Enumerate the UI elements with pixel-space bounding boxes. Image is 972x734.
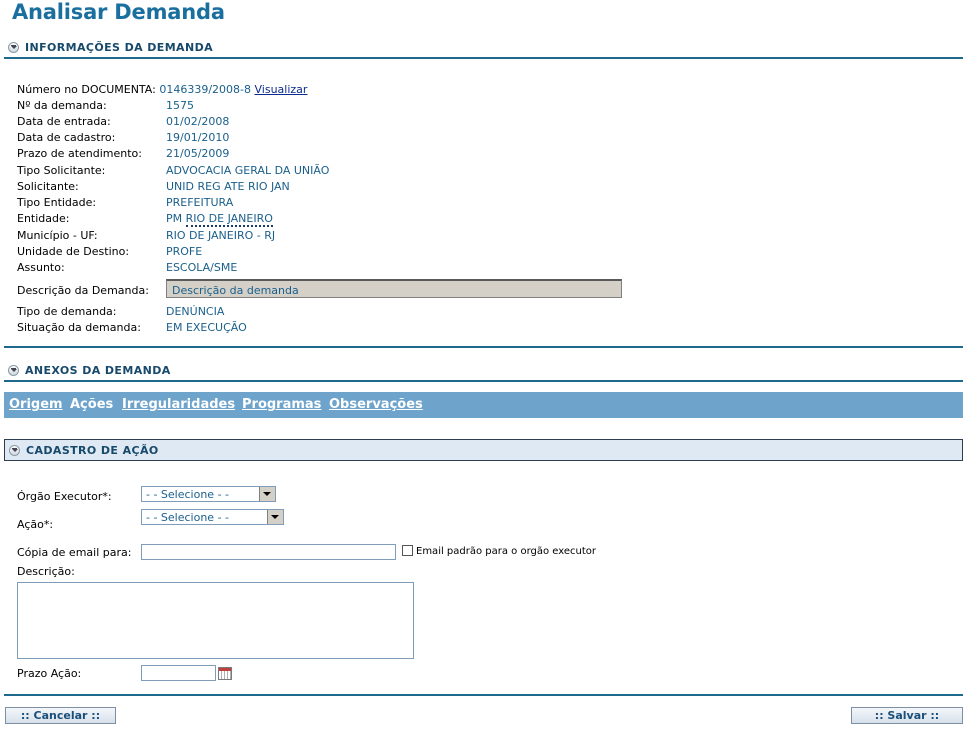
info-row-label: Município - UF: <box>17 229 98 242</box>
section-divider <box>4 694 963 696</box>
acao-selected: - - Selecione - - <box>146 510 230 524</box>
info-row-label: Tipo de demanda: <box>17 305 117 318</box>
copia-email-label: Cópia de email para: <box>17 546 132 559</box>
orgao-executor-select[interactable]: - - Selecione - - <box>141 486 276 502</box>
info-row-label: Prazo de atendimento: <box>17 147 142 160</box>
descricao-demanda-label: Descrição da Demanda: <box>17 284 149 297</box>
info-row-value: 19/01/2010 <box>166 131 230 144</box>
page-title: Analisar Demanda <box>12 0 225 24</box>
collapse-icon[interactable] <box>8 41 19 53</box>
tab-programas[interactable]: Programas <box>242 397 321 412</box>
calendar-icon[interactable] <box>218 667 232 680</box>
collapse-icon[interactable] <box>8 364 19 376</box>
section-header-informacoes[interactable]: INFORMAÇÕES DA DEMANDA <box>8 38 213 56</box>
info-row-label: Data de entrada: <box>17 115 111 128</box>
info-row-value: ADVOCACIA GERAL DA UNIÃO <box>166 164 330 177</box>
info-row-value: PREFEITURA <box>166 196 234 209</box>
document-number-label: Número no DOCUMENTA: <box>17 83 156 96</box>
section-divider <box>4 346 963 348</box>
orgao-executor-selected: - - Selecione - - <box>146 487 230 501</box>
section-title: CADASTRO DE AÇÃO <box>26 443 159 457</box>
section-title: ANEXOS DA DEMANDA <box>25 363 171 377</box>
orgao-executor-label: Órgão Executor*: <box>17 490 112 503</box>
section-header-anexos[interactable]: ANEXOS DA DEMANDA <box>8 361 171 379</box>
info-row-value: 01/02/2008 <box>166 115 230 128</box>
section-divider <box>4 380 963 382</box>
entidade-link[interactable]: RIO DE JANEIRO <box>185 212 273 227</box>
info-row-label: Nº da demanda: <box>17 99 107 112</box>
descricao-demanda-field: Descrição da demanda <box>166 279 622 298</box>
prazo-acao-input[interactable] <box>141 665 216 681</box>
info-row-label: Unidade de Destino: <box>17 245 130 258</box>
section-header-cadastro[interactable]: CADASTRO DE AÇÃO <box>4 439 963 461</box>
info-row-value: EM EXECUÇÃO <box>166 321 247 334</box>
section-title: INFORMAÇÕES DA DEMANDA <box>25 40 214 54</box>
info-row-value: ESCOLA/SME <box>166 261 238 274</box>
descricao-textarea[interactable] <box>17 582 414 659</box>
acao-label: Ação*: <box>17 518 54 531</box>
document-number-row: Número no DOCUMENTA: 0146339/2008-8 Visu… <box>17 83 307 96</box>
info-row-label: Solicitante: <box>17 180 79 193</box>
document-number-value: 0146339/2008-8 <box>159 83 251 96</box>
cancel-button[interactable]: :: Cancelar :: <box>5 707 116 724</box>
tab-origem[interactable]: Origem <box>9 397 63 412</box>
descricao-label: Descrição: <box>17 565 75 578</box>
email-padrao-label: Email padrão para o orgão executor <box>416 546 597 557</box>
info-row-value: 21/05/2009 <box>166 147 230 160</box>
chevron-down-icon[interactable] <box>259 487 275 501</box>
tab-acoes[interactable]: Ações <box>70 397 113 412</box>
copia-email-input[interactable] <box>141 544 396 560</box>
tab-observacoes[interactable]: Observações <box>329 397 423 412</box>
chevron-down-icon[interactable] <box>267 510 283 524</box>
tab-bar: Origem Ações Irregularidades Programas O… <box>4 392 963 418</box>
email-padrao-checkbox[interactable] <box>402 545 413 556</box>
info-row-label: Tipo Entidade: <box>17 196 97 209</box>
info-row-value: RIO DE JANEIRO - RJ <box>166 229 276 242</box>
info-row-label: Data de cadastro: <box>17 131 116 144</box>
section-divider <box>4 57 963 59</box>
visualizar-link[interactable]: Visualizar <box>255 83 308 96</box>
info-row-value: UNID REG ATE RIO JAN <box>166 180 290 193</box>
entidade-label: Entidade: <box>17 212 70 225</box>
collapse-icon[interactable] <box>9 444 20 456</box>
info-row-value: PROFE <box>166 245 203 258</box>
info-row-value: 1575 <box>166 99 194 112</box>
info-row-value: DENÚNCIA <box>166 305 225 318</box>
info-row-label: Tipo Solicitante: <box>17 164 106 177</box>
entidade-value: PM RIO DE JANEIRO <box>166 212 273 227</box>
save-button[interactable]: :: Salvar :: <box>851 707 963 724</box>
info-row-label: Assunto: <box>17 261 65 274</box>
acao-select[interactable]: - - Selecione - - <box>141 509 284 525</box>
info-row-label: Situação da demanda: <box>17 321 141 334</box>
entidade-prefix: PM <box>166 212 183 225</box>
prazo-acao-label: Prazo Ação: <box>17 667 82 680</box>
tab-irregularidades[interactable]: Irregularidades <box>122 397 235 412</box>
